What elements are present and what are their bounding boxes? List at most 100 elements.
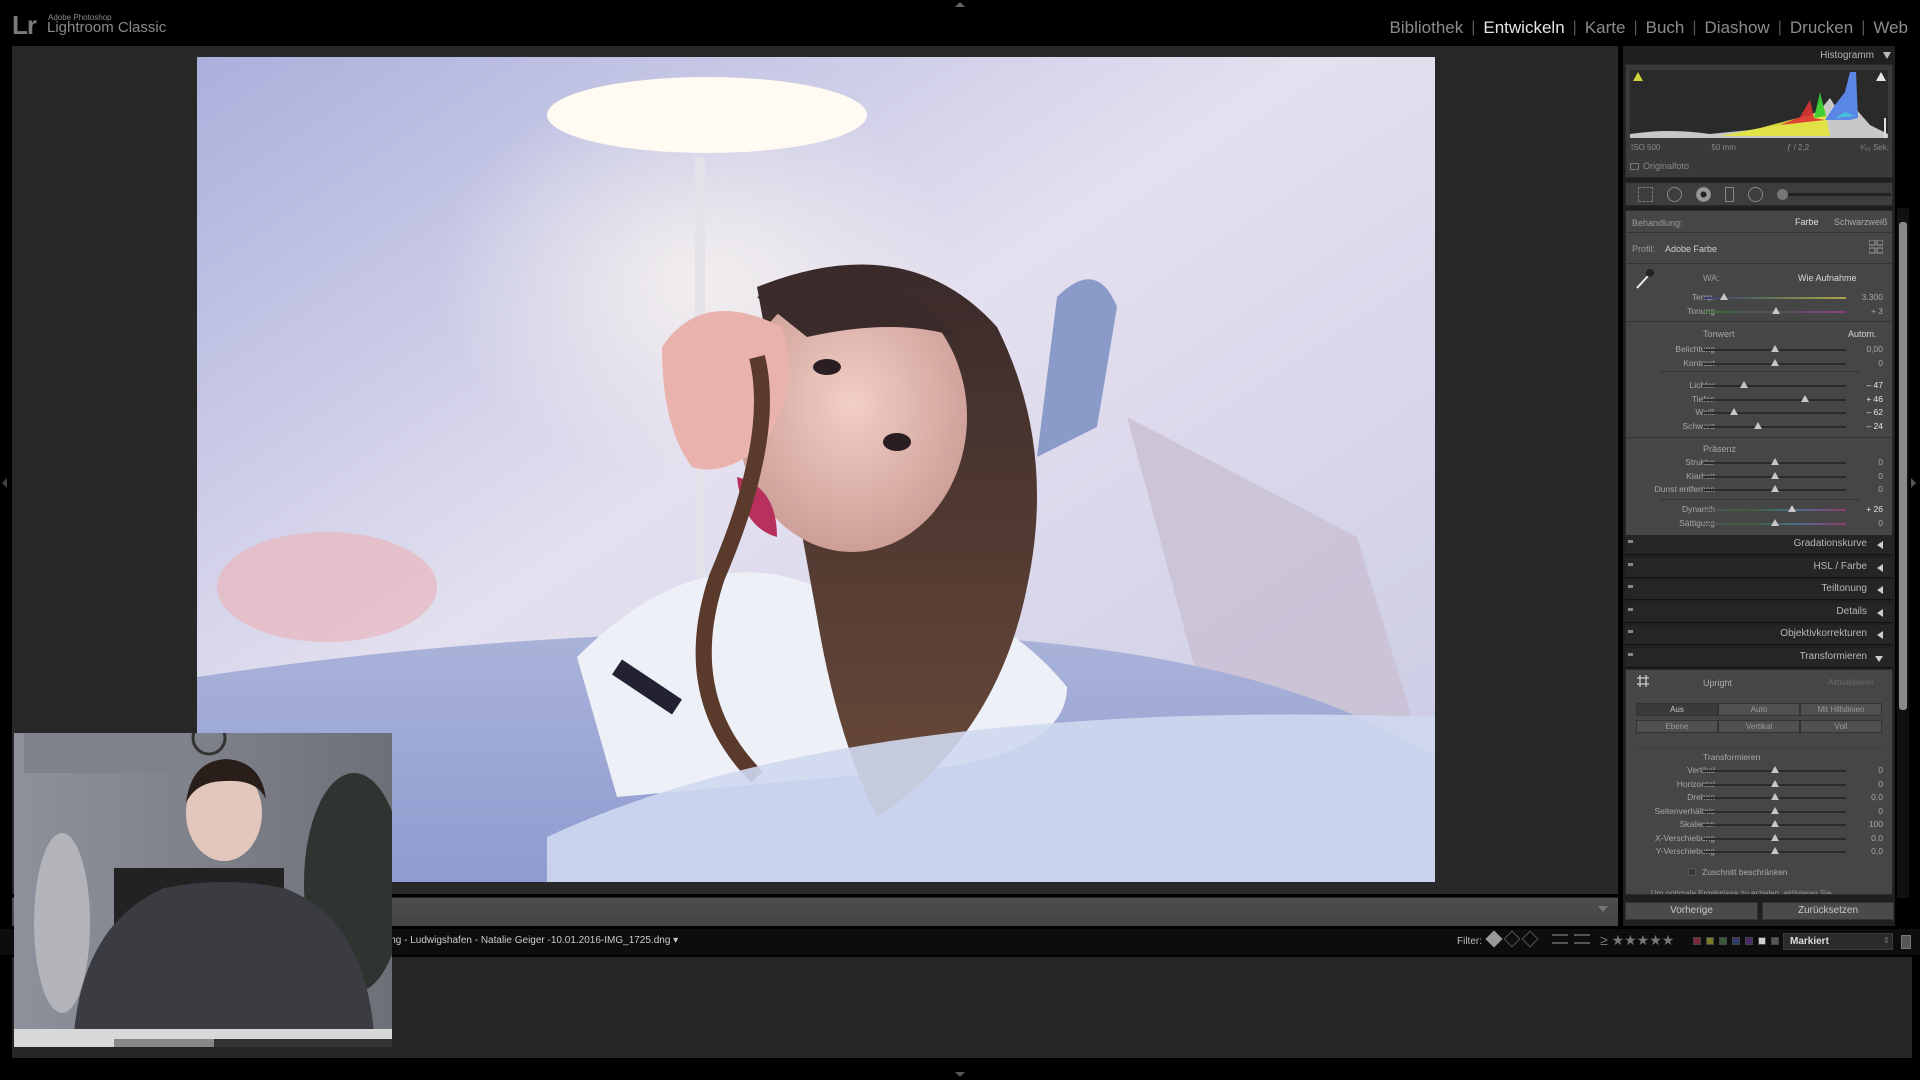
slider-track[interactable]	[1703, 425, 1846, 428]
color-label-custom[interactable]	[1758, 937, 1766, 945]
slider-value[interactable]: 0,00	[1843, 344, 1883, 354]
original-photo-toggle[interactable]: Originalfoto	[1630, 161, 1689, 171]
highlight-clipping-warning-icon[interactable]	[1876, 72, 1886, 81]
slider-value[interactable]: 0	[1843, 806, 1883, 816]
slider-value[interactable]: 0	[1843, 358, 1883, 368]
panel-section-teiltonung[interactable]: Teiltonung	[1625, 580, 1893, 600]
slider-thumb[interactable]	[1770, 345, 1779, 352]
color-label-blue[interactable]	[1732, 937, 1740, 945]
slider-value[interactable]: + 46	[1843, 394, 1883, 404]
white-balance-select[interactable]: Wie Aufnahme	[1798, 273, 1857, 283]
panel-section-details[interactable]: Details	[1625, 602, 1893, 623]
unedited-filter-icon[interactable]	[1574, 934, 1590, 944]
panel-toggle-switch-icon[interactable]	[1628, 630, 1633, 633]
slider-value[interactable]: – 62	[1843, 407, 1883, 417]
guided-upright-tool-icon[interactable]	[1637, 675, 1649, 687]
constrain-crop-checkbox[interactable]: Zuschnitt beschränken	[1688, 867, 1788, 877]
profile-select[interactable]: Adobe Farbe	[1665, 244, 1717, 254]
adjustment-brush-slider[interactable]	[1777, 188, 1891, 200]
panel-toggle-switch-icon[interactable]	[1628, 607, 1633, 611]
slider-thumb[interactable]	[1770, 458, 1779, 465]
color-label-red[interactable]	[1693, 937, 1701, 945]
treatment-bw-button[interactable]: Schwarzweiß	[1834, 217, 1888, 227]
collapse-filmstrip-arrow-icon[interactable]	[955, 1072, 965, 1077]
upright-button-mit-hilfslinien[interactable]: Mit Hilfslinien	[1800, 703, 1882, 716]
checkbox-icon[interactable]	[1688, 868, 1696, 876]
graduated-filter-tool-icon[interactable]	[1725, 186, 1734, 202]
slider-thumb[interactable]	[1770, 766, 1779, 773]
slider-thumb[interactable]	[1770, 806, 1779, 814]
spot-removal-tool-icon[interactable]	[1667, 186, 1682, 202]
upright-update-button[interactable]: Aktualisieren	[1828, 678, 1874, 687]
histogram-title[interactable]: Histogramm	[1820, 50, 1874, 61]
rejected-filter-icon[interactable]	[1521, 930, 1539, 948]
slider-thumb[interactable]	[1770, 820, 1779, 827]
slider-thumb[interactable]	[1739, 381, 1748, 388]
panel-toggle-switch-icon[interactable]	[1628, 540, 1633, 543]
slider-thumb[interactable]	[1720, 293, 1729, 300]
slider-value[interactable]: 100	[1843, 819, 1883, 829]
unflagged-filter-icon[interactable]	[1503, 930, 1521, 948]
filmstrip-source-path[interactable]: ing - Ludwigshafen - Natalie Geiger -10.…	[388, 935, 678, 946]
color-label-none[interactable]	[1771, 937, 1779, 945]
radial-filter-tool-icon[interactable]	[1748, 186, 1763, 202]
collapsed-triangle-icon[interactable]	[1877, 631, 1883, 639]
slider-thumb[interactable]	[1770, 793, 1779, 800]
collapsed-triangle-icon[interactable]	[1877, 608, 1883, 617]
rating-filter[interactable]: ≥ ★★★★★	[1600, 932, 1674, 949]
slider-thumb[interactable]	[1770, 485, 1779, 492]
panel-section-hsl-farbe[interactable]: HSL / Farbe	[1625, 557, 1893, 578]
collapse-top-panel-arrow-icon[interactable]	[955, 2, 965, 7]
slider-thumb[interactable]	[1800, 394, 1809, 402]
expanded-triangle-icon[interactable]	[1875, 655, 1883, 662]
histogram-graph[interactable]	[1630, 70, 1888, 138]
upright-button-voll[interactable]: Voll	[1800, 719, 1882, 733]
panel-toggle-switch-icon[interactable]	[1628, 562, 1633, 566]
collapsed-triangle-icon[interactable]	[1877, 563, 1883, 572]
slider-value[interactable]: 0	[1843, 457, 1883, 467]
slider-thumb[interactable]	[1770, 833, 1779, 841]
slider-value[interactable]: + 3	[1843, 306, 1883, 316]
slider-track[interactable]	[1703, 385, 1846, 387]
upright-button-ebene[interactable]: Ebene	[1636, 719, 1718, 733]
slider-thumb[interactable]	[1770, 358, 1779, 366]
filter-lock-toggle[interactable]	[1901, 935, 1911, 949]
auto-tone-button[interactable]: Autom.	[1848, 329, 1877, 339]
slider-value[interactable]: + 26	[1843, 504, 1883, 514]
slider-value[interactable]: 0,0	[1843, 792, 1883, 802]
module-buch[interactable]: Buch	[1638, 18, 1693, 38]
color-label-green[interactable]	[1719, 937, 1727, 945]
slider-thumb[interactable]	[1771, 306, 1780, 314]
panel-toggle-switch-icon[interactable]	[1628, 585, 1633, 588]
crop-overlay-tool-icon[interactable]	[1638, 186, 1653, 202]
panel-section-objektivkorrekturen[interactable]: Objektivkorrekturen	[1625, 625, 1893, 645]
slider-value[interactable]: 0	[1843, 471, 1883, 481]
expand-left-panel-arrow-icon[interactable]	[2, 478, 7, 488]
panel-toggle-switch-icon[interactable]	[1628, 652, 1633, 656]
histogram-collapse-icon[interactable]	[1883, 52, 1891, 59]
scrollbar-thumb[interactable]	[1899, 222, 1907, 710]
slider-track[interactable]	[1703, 398, 1846, 401]
module-drucken[interactable]: Drucken	[1782, 18, 1861, 38]
slider-value[interactable]: 0	[1843, 484, 1883, 494]
slider-track[interactable]	[1703, 412, 1846, 414]
slider-thumb[interactable]	[1729, 408, 1738, 415]
slider-thumb[interactable]	[1770, 518, 1779, 526]
module-karte[interactable]: Karte	[1577, 18, 1634, 38]
shadow-clipping-warning-icon[interactable]	[1633, 72, 1643, 81]
upright-button-aus[interactable]: Aus	[1636, 703, 1718, 716]
slider-value[interactable]: 0,0	[1843, 833, 1883, 843]
module-diashow[interactable]: Diashow	[1697, 18, 1778, 38]
module-bibliothek[interactable]: Bibliothek	[1382, 18, 1472, 38]
white-balance-eyedropper-icon[interactable]	[1634, 268, 1654, 290]
upright-button-vertikal[interactable]: Vertikal	[1718, 719, 1800, 733]
slider-value[interactable]: – 47	[1843, 380, 1883, 390]
slider-value[interactable]: 0	[1843, 518, 1883, 528]
slider-thumb[interactable]	[1770, 847, 1779, 854]
color-label-purple[interactable]	[1745, 937, 1753, 945]
previous-settings-button[interactable]: Vorherige	[1625, 902, 1758, 920]
module-web[interactable]: Web	[1865, 18, 1916, 38]
profile-browser-grid-icon[interactable]	[1869, 240, 1883, 254]
panel-section-transformieren[interactable]: Transformieren	[1625, 647, 1893, 668]
flagged-filter-icon[interactable]	[1485, 930, 1503, 948]
